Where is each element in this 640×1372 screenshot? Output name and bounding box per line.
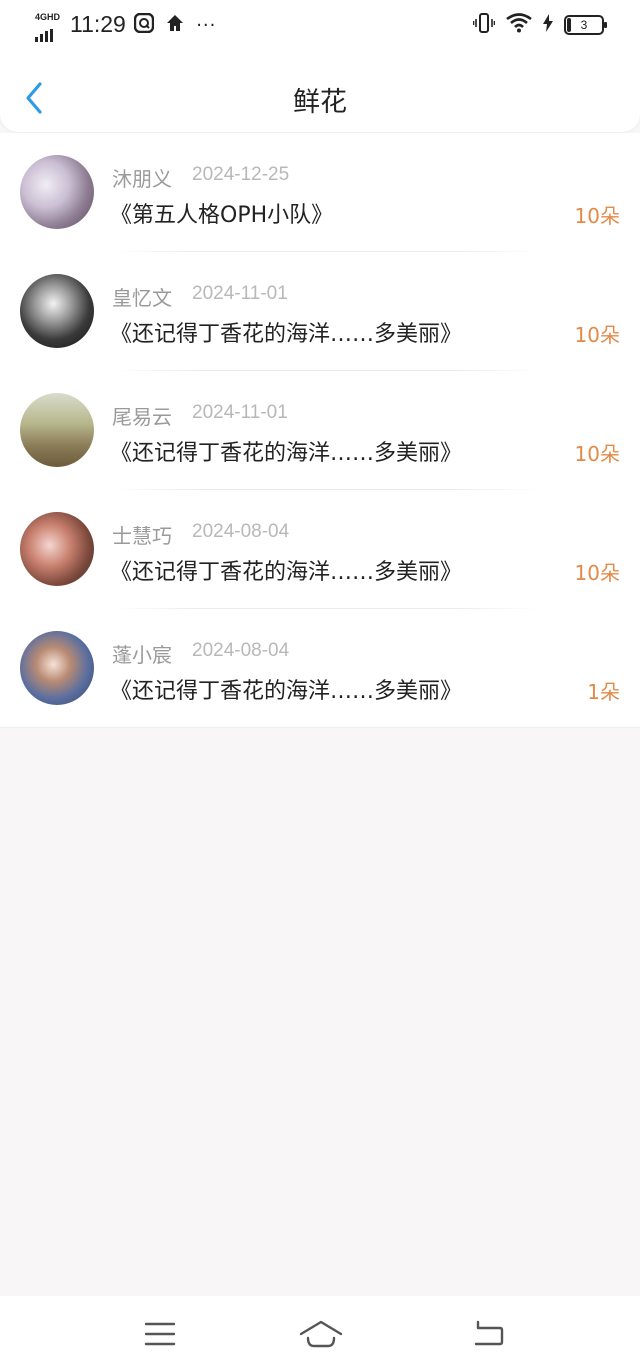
date: 2024-08-04	[192, 640, 290, 661]
flower-count: 10朵	[574, 442, 620, 466]
more-notifications-icon: ···	[196, 14, 217, 36]
work-title: 《还记得丁香花的海洋……多美丽》	[110, 441, 463, 466]
flower-count: 1朵	[587, 680, 620, 704]
charging-icon	[542, 14, 553, 36]
menu-icon	[144, 1322, 176, 1346]
back-icon	[474, 1320, 504, 1346]
flower-list: 沐朋义 2024-12-25 《第五人格OPH小队》 10朵 皇忆文 2024-…	[0, 133, 640, 728]
avatar[interactable]	[20, 512, 94, 586]
avatar[interactable]	[20, 631, 94, 705]
page-title: 鲜花	[293, 87, 347, 118]
list-item[interactable]: 蓬小宸 2024-08-04 《还记得丁香花的海洋……多美丽》 1朵	[0, 609, 640, 728]
list-item[interactable]: 沐朋义 2024-12-25 《第五人格OPH小队》 10朵	[0, 133, 640, 252]
list-item[interactable]: 皇忆文 2024-11-01 《还记得丁香花的海洋……多美丽》 10朵	[0, 252, 640, 371]
home-icon	[299, 1320, 343, 1348]
flower-count: 10朵	[574, 204, 620, 228]
back-nav-button[interactable]	[468, 1316, 508, 1352]
user-name: 沐朋义	[112, 167, 172, 191]
date: 2024-11-01	[192, 283, 288, 304]
user-name: 皇忆文	[112, 286, 172, 310]
date: 2024-11-01	[192, 402, 288, 423]
avatar[interactable]	[20, 155, 94, 229]
work-title: 《第五人格OPH小队》	[110, 203, 334, 228]
user-name: 尾易云	[112, 405, 172, 429]
system-nav-bar	[0, 1296, 640, 1372]
user-name: 蓬小宸	[112, 643, 172, 667]
network-type: 4GHD	[35, 12, 61, 22]
work-title: 《还记得丁香花的海洋……多美丽》	[110, 679, 463, 704]
list-item[interactable]: 尾易云 2024-11-01 《还记得丁香花的海洋……多美丽》 10朵	[0, 371, 640, 490]
battery-icon: 3	[564, 15, 607, 35]
vibrate-icon	[472, 13, 496, 37]
date: 2024-08-04	[192, 521, 290, 542]
divider	[0, 727, 640, 728]
user-name: 士慧巧	[112, 524, 172, 548]
wifi-icon	[506, 13, 532, 37]
home-button[interactable]	[298, 1316, 344, 1352]
app-notification-icon	[133, 12, 155, 37]
date: 2024-12-25	[192, 164, 290, 185]
home-notification-icon	[165, 13, 185, 37]
list-item[interactable]: 士慧巧 2024-08-04 《还记得丁香花的海洋……多美丽》 10朵	[0, 490, 640, 609]
cellular-signal-icon: 4GHD	[35, 12, 63, 42]
avatar[interactable]	[20, 393, 94, 467]
menu-button[interactable]	[140, 1316, 180, 1352]
work-title: 《还记得丁香花的海洋……多美丽》	[110, 560, 463, 585]
flower-count: 10朵	[574, 561, 620, 585]
header: 鲜花	[0, 52, 640, 132]
status-time: 11:29	[70, 11, 126, 37]
status-bar: 4GHD 11:29 ··· 3	[0, 0, 640, 52]
flower-count: 10朵	[574, 323, 620, 347]
avatar[interactable]	[20, 274, 94, 348]
work-title: 《还记得丁香花的海洋……多美丽》	[110, 322, 463, 347]
